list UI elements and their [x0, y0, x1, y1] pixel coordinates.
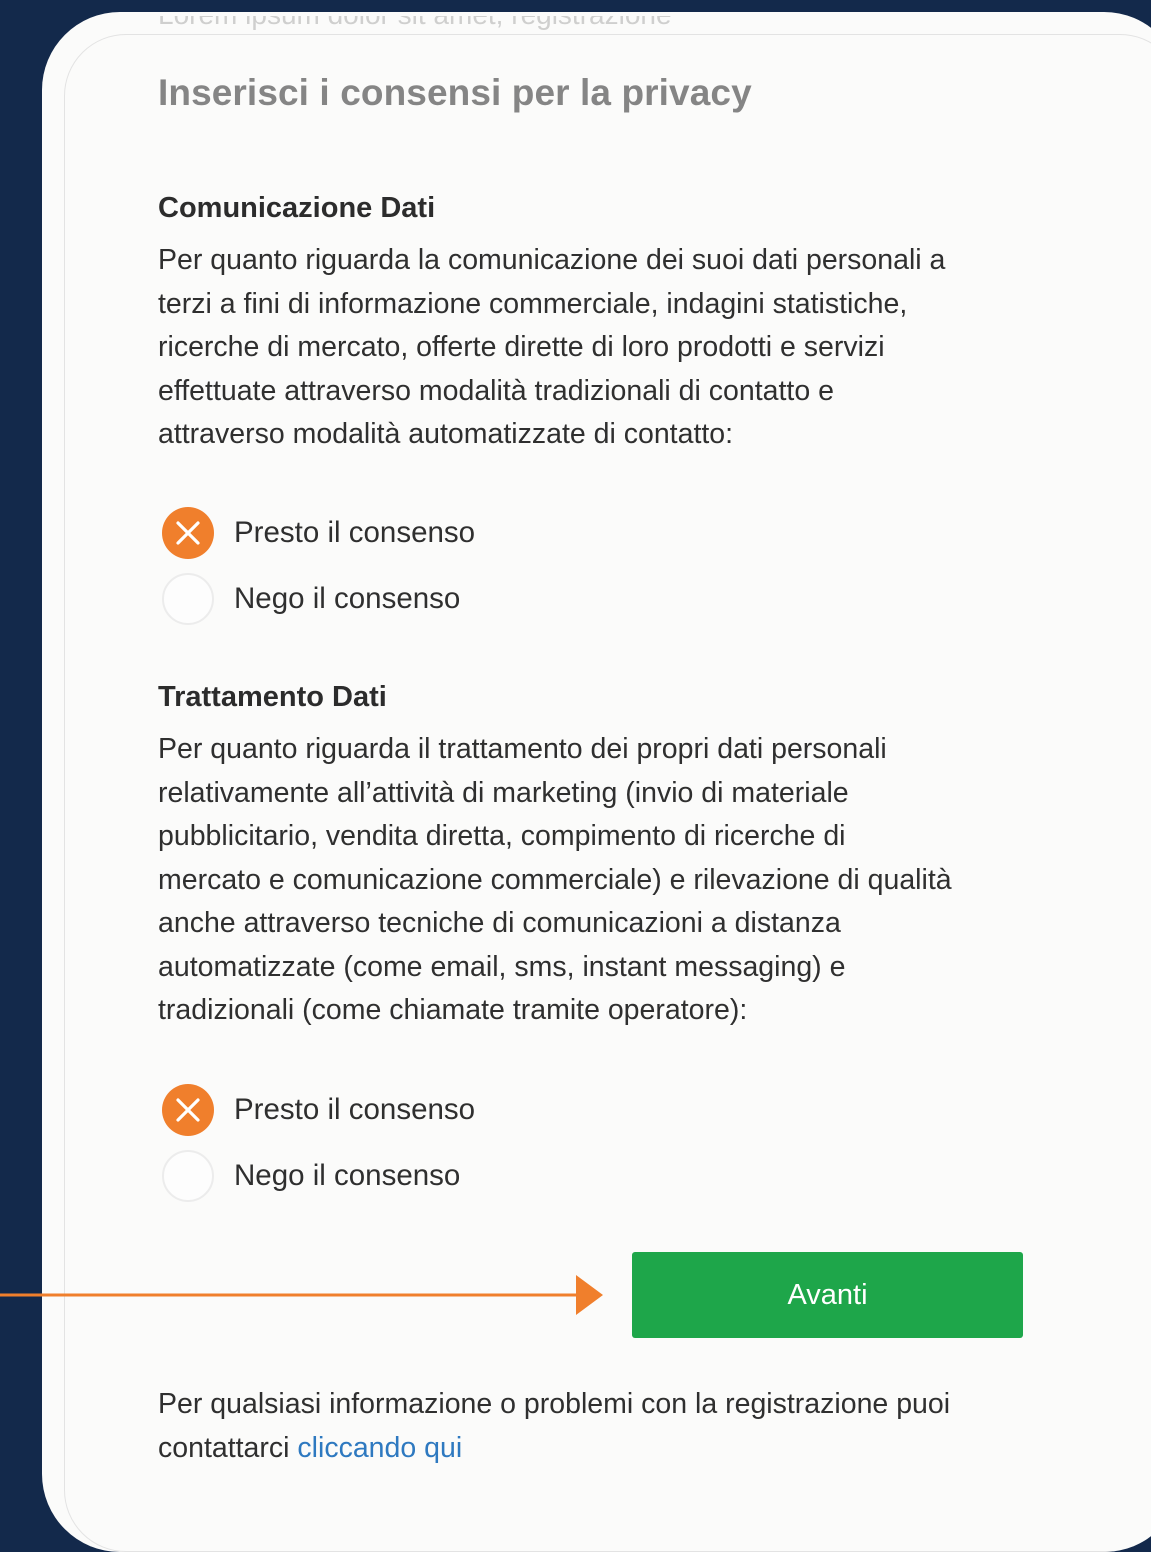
radio-button-selected[interactable]	[162, 507, 214, 559]
consent-option-trattamento-nego[interactable]: Nego il consenso	[162, 1149, 460, 1203]
section-description-comunicazione-dati: Per quanto riguarda la comunicazione dei…	[158, 239, 945, 457]
consent-option-comunicazione-nego[interactable]: Nego il consenso	[162, 572, 460, 626]
cutoff-text: Lorem ipsum dolor sit amet, registrazion…	[158, 16, 758, 40]
footer-line-2: contattarci cliccando qui	[158, 1426, 950, 1470]
description-line: relativamente all’attività di marketing …	[158, 776, 849, 809]
option-label: Presto il consenso	[234, 1093, 476, 1126]
description-line: tradizionali (come chiamate tramite oper…	[158, 994, 748, 1026]
section-title-comunicazione-dati: Comunicazione Dati	[158, 192, 436, 224]
description-line: mercato e comunicazione commerciale) e r…	[158, 863, 952, 896]
page-title: Inserisci i consensi per la privacy	[158, 72, 752, 113]
option-label: Nego il consenso	[234, 582, 461, 615]
description-line: pubblicitario, vendita diretta, compimen…	[158, 820, 846, 852]
description-line: anche attraverso tecniche di comunicazio…	[158, 907, 841, 939]
contact-link[interactable]: cliccando qui	[297, 1432, 462, 1464]
description-line: ricerche di mercato, offerte dirette di …	[158, 331, 885, 363]
radio-button[interactable]	[162, 573, 214, 625]
section-title-trattamento-dati: Trattamento Dati	[158, 681, 387, 713]
section-description-trattamento-dati: Per quanto riguarda il trattamento dei p…	[158, 728, 952, 1033]
consent-option-trattamento-presto[interactable]: Presto il consenso	[162, 1083, 475, 1137]
radio-button-selected[interactable]	[162, 1084, 214, 1136]
arrow-right-icon	[0, 1275, 603, 1315]
consent-option-comunicazione-presto[interactable]: Presto il consenso	[162, 506, 475, 560]
footer-line: Per qualsiasi informazione o problemi co…	[158, 1388, 951, 1420]
close-x-icon	[176, 1098, 200, 1122]
cutoff-text-content: Lorem ipsum dolor sit amet, registrazion…	[158, 16, 758, 29]
privacy-consent-card: Lorem ipsum dolor sit amet, registrazion…	[42, 12, 1151, 1552]
option-label: Nego il consenso	[234, 1159, 461, 1192]
description-line: attraverso modalità automatizzate di con…	[158, 418, 734, 450]
description-line: automatizzate (come email, sms, instant …	[158, 950, 846, 983]
description-line: Per quanto riguarda il trattamento dei p…	[158, 733, 887, 765]
description-line: terzi a fini di informazione commerciale…	[158, 287, 908, 320]
footer-help-text: Per qualsiasi informazione o problemi co…	[158, 1382, 950, 1470]
close-x-icon	[176, 521, 200, 545]
description-line: effettuate attraverso modalità tradizion…	[158, 374, 834, 407]
option-label: Presto il consenso	[234, 516, 476, 549]
footer-contact-text: contattarci	[158, 1432, 298, 1464]
radio-button[interactable]	[162, 1150, 214, 1202]
next-button[interactable]: Avanti	[632, 1252, 1023, 1338]
description-line: Per quanto riguarda la comunicazione dei…	[158, 244, 946, 276]
